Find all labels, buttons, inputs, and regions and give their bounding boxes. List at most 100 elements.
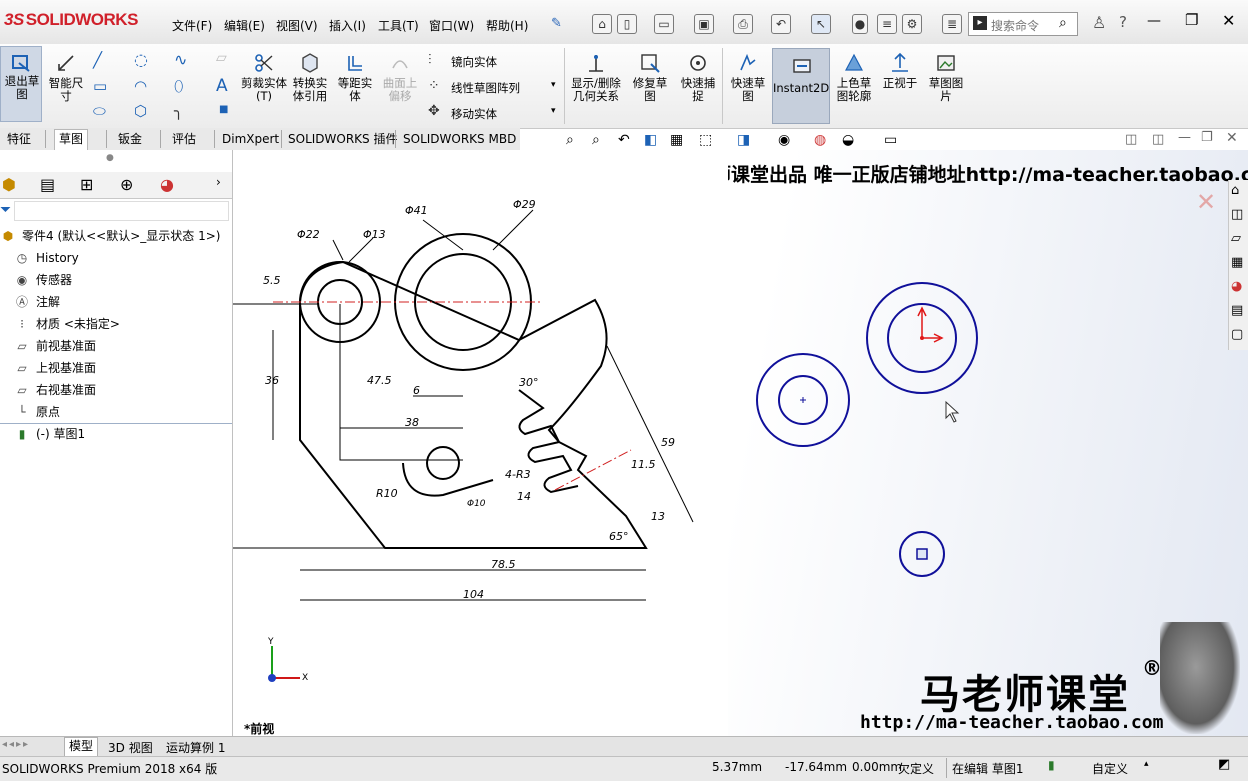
panel-expand-icon[interactable]: › (216, 175, 221, 189)
tree-item-origin[interactable]: └ 原点 (14, 402, 60, 422)
tree-item-history[interactable]: ◷ History (14, 248, 79, 268)
viewport-right-icon[interactable]: ◫ (1152, 132, 1164, 147)
home-icon[interactable]: ⌂ (592, 14, 612, 34)
display-manager-tab-icon[interactable]: ◕ (160, 175, 174, 194)
rapid-sketch-button[interactable]: 快速草图 (726, 52, 770, 103)
menu-insert[interactable]: 插入(I) (329, 17, 366, 34)
solidworks-logo[interactable]: 3S SOLIDWORKS (4, 10, 144, 38)
instant2d-button[interactable]: Instant2D (772, 48, 830, 124)
menu-window[interactable]: 窗口(W) (429, 17, 474, 34)
convert-entities-button[interactable]: 转换实体引用 (288, 52, 332, 103)
mirror-entities-button[interactable]: 镜向实体 (451, 54, 497, 70)
undo-icon[interactable]: ↶ (771, 14, 791, 34)
view-palette-icon[interactable]: ▦ (1231, 255, 1243, 270)
move-dropdown-icon[interactable]: ▾ (551, 106, 556, 116)
zoom-to-fit-icon[interactable]: ⌕ (566, 132, 574, 148)
tab-3d-views[interactable]: 3D 视图 (108, 739, 153, 756)
tree-item-annotations[interactable]: Ⓐ 注解 (14, 292, 60, 312)
pin-icon[interactable]: ✎ (551, 16, 562, 31)
hide-show-items-icon[interactable]: ◉ (778, 132, 790, 148)
normal-to-button[interactable]: 正视于 (878, 52, 922, 90)
move-entities-button[interactable]: 移动实体 (451, 106, 497, 122)
tooltip-icon[interactable]: ◩ (1218, 757, 1230, 772)
edit-appearance-icon[interactable]: ◍ (814, 132, 826, 148)
tree-root-part[interactable]: ⬢ 零件4 (默认<<默认>_显示状态 1>) (0, 226, 221, 246)
search-icon[interactable]: ⌕ (1059, 15, 1067, 31)
menu-tools[interactable]: 工具(T) (378, 17, 419, 34)
display-style-icon[interactable]: ◨ (737, 132, 750, 148)
save-icon[interactable]: ▣ (694, 14, 714, 34)
customize-icon[interactable]: ≣ (942, 14, 962, 34)
tree-item-front-plane[interactable]: ▱ 前视基准面 (14, 336, 96, 356)
view-orientation-icon[interactable]: ⬚ (699, 132, 712, 148)
linear-pattern-dropdown-icon[interactable]: ▾ (551, 80, 556, 90)
arc-tool-icon[interactable]: ◠ (134, 77, 147, 95)
ellipse-tool-icon[interactable]: ⬯ (174, 77, 183, 95)
tab-sheet-metal[interactable]: 钣金 (114, 130, 146, 150)
exit-sketch-button[interactable]: 退出草图 (0, 46, 42, 122)
tree-item-sketch1[interactable]: ▮ (-) 草图1 (14, 424, 85, 444)
configuration-manager-tab-icon[interactable]: ⊞ (80, 175, 93, 194)
tree-item-material[interactable]: ⁝ 材质 <未指定> (14, 314, 120, 334)
circle-tool-icon[interactable]: ◌ (134, 50, 148, 69)
sketch-picture-button[interactable]: 草图图片 (924, 52, 968, 103)
display-delete-relations-button[interactable]: 显示/删除几何关系 (566, 52, 626, 103)
tree-item-right-plane[interactable]: ▱ 右视基准面 (14, 380, 96, 400)
smart-dimension-button[interactable]: 智能尺寸 (44, 52, 88, 103)
tab-solidworks-mbd[interactable]: SOLIDWORKS MBD (399, 130, 520, 150)
help-icon[interactable]: ? (1119, 13, 1127, 31)
offset-on-surface-button[interactable]: 曲面上偏移 (378, 52, 422, 103)
open-icon[interactable]: ▭ (654, 14, 674, 34)
viewport-minimize-icon[interactable]: — (1178, 130, 1191, 145)
appearances-icon[interactable]: ◕ (1231, 279, 1242, 294)
tab-dimxpert[interactable]: DimXpert (218, 130, 283, 150)
menu-help[interactable]: 帮助(H) (486, 17, 528, 34)
dynamic-annotation-icon[interactable]: ▦ (670, 132, 683, 148)
tab-motion-study-1[interactable]: 运动算例 1 (166, 739, 225, 756)
status-units[interactable]: 自定义 (1092, 760, 1128, 777)
exit-sketch-corner-icon[interactable]: ✕ (1196, 188, 1216, 216)
fillet-tool-icon[interactable]: ╮ (174, 102, 183, 120)
dimxpert-manager-tab-icon[interactable]: ⊕ (120, 175, 133, 194)
plane-tool-icon[interactable]: ▱ (216, 50, 227, 66)
rebuild-icon[interactable]: ● (852, 14, 868, 34)
tab-model[interactable]: 模型 (64, 737, 99, 757)
menu-file[interactable]: 文件(F) (172, 17, 212, 34)
polygon-tool-icon[interactable]: ⬡ (134, 102, 147, 120)
minimize-icon[interactable]: — (1147, 13, 1161, 29)
custom-properties-icon[interactable]: ▤ (1231, 303, 1243, 318)
slot-tool-icon[interactable]: ⬭ (93, 102, 106, 120)
restore-icon[interactable]: ❐ (1185, 11, 1198, 29)
tree-item-top-plane[interactable]: ▱ 上视基准面 (14, 358, 96, 378)
zoom-area-icon[interactable]: ⌕ (592, 132, 600, 148)
text-tool-icon[interactable]: A (216, 76, 228, 96)
linear-pattern-button[interactable]: 线性草图阵列 (451, 80, 520, 96)
repair-sketch-button[interactable]: 修复草图 (628, 52, 672, 103)
property-manager-tab-icon[interactable]: ▤ (40, 175, 55, 194)
trim-entities-button[interactable]: 剪裁实体(T) (240, 52, 288, 103)
options-gear-icon[interactable]: ⚙ (902, 14, 922, 34)
menu-edit[interactable]: 编辑(E) (224, 17, 265, 34)
tree-item-sensors[interactable]: ◉ 传感器 (14, 270, 72, 290)
tab-features[interactable]: 特征 (3, 130, 35, 150)
solidworks-resources-icon[interactable]: ⌂ (1231, 183, 1239, 198)
filter-icon[interactable]: ⏷ (0, 202, 11, 218)
spline-tool-icon[interactable]: ∿ (174, 50, 187, 69)
quick-snaps-button[interactable]: 快速捕捉 (676, 52, 720, 103)
rectangle-tool-icon[interactable]: ▭ (93, 77, 107, 95)
rebuild-status-icon[interactable]: ▮ (1048, 758, 1055, 772)
forum-icon[interactable]: ▢ (1231, 327, 1243, 342)
panel-grip-icon[interactable]: ● (106, 153, 114, 163)
tab-scroll-arrows-icon[interactable]: ◂◂▸▸ (2, 739, 30, 750)
tab-sketch[interactable]: 草图 (54, 129, 89, 151)
section-view-icon[interactable]: ◧ (644, 132, 657, 148)
shaded-sketch-contours-button[interactable]: 上色草图轮廓 (834, 52, 874, 103)
viewport-close-icon[interactable]: ✕ (1226, 130, 1238, 146)
previous-view-icon[interactable]: ↶ (618, 132, 630, 148)
design-library-icon[interactable]: ◫ (1231, 207, 1243, 222)
file-properties-icon[interactable]: ≡ (877, 14, 897, 34)
offset-entities-button[interactable]: 等距实体 (334, 52, 376, 103)
tree-filter-input[interactable] (14, 201, 229, 221)
view-settings-icon[interactable]: ▭ (884, 132, 897, 148)
select-cursor-icon[interactable]: ↖ (811, 14, 831, 34)
